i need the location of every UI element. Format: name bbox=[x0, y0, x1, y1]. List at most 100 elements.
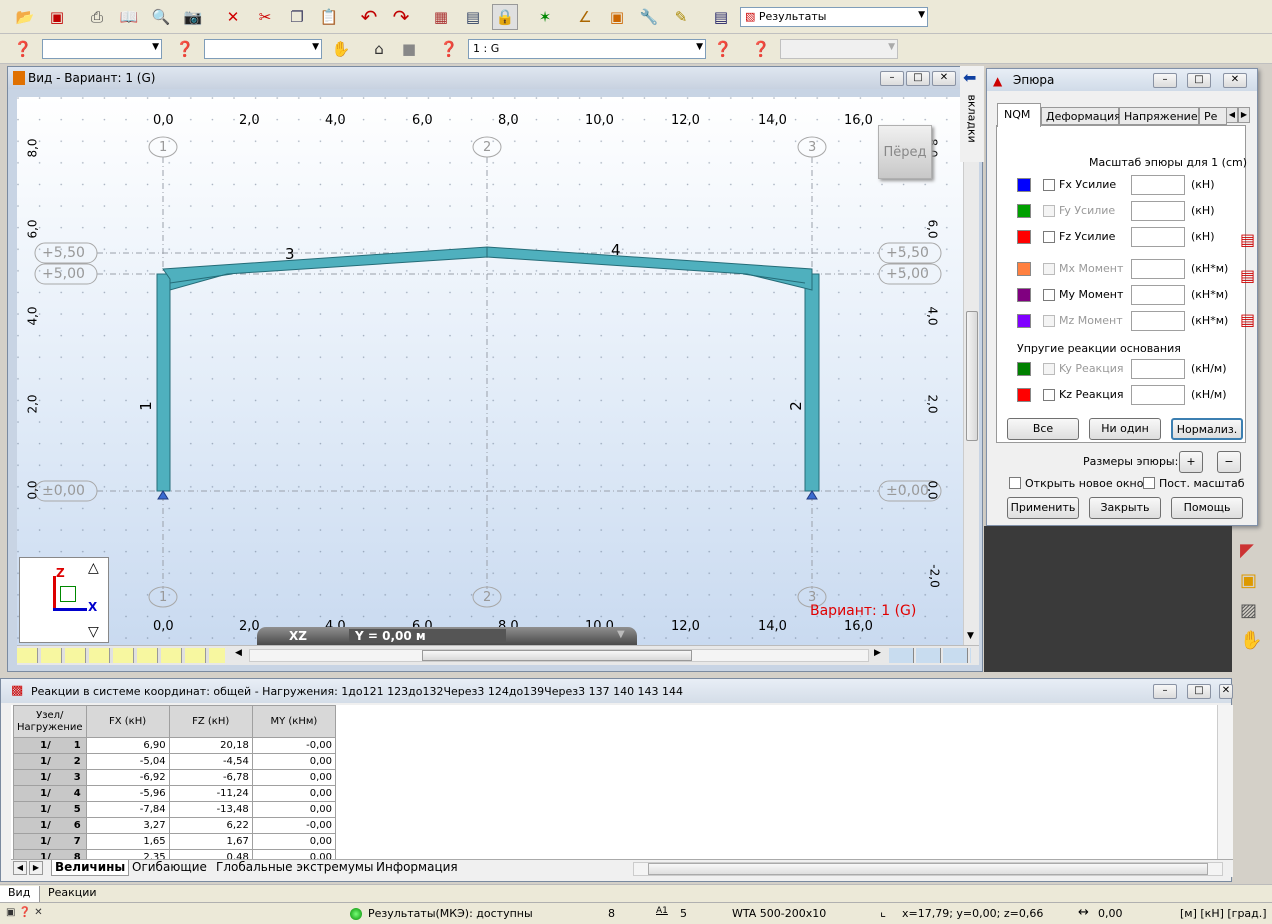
table-row[interactable]: 1/6 3,27 6,22 -0,00 bbox=[13, 817, 337, 834]
row-checkbox[interactable] bbox=[1043, 289, 1055, 301]
scale-input[interactable] bbox=[1131, 175, 1185, 195]
tab-nqm[interactable]: NQM bbox=[997, 103, 1041, 127]
gray-square-icon[interactable]: ■ bbox=[396, 36, 422, 62]
const-scale-checkbox[interactable] bbox=[1143, 477, 1155, 489]
minimize-icon[interactable]: – bbox=[880, 71, 904, 86]
color-swatch[interactable] bbox=[1017, 230, 1031, 244]
cut-icon[interactable]: ✂ bbox=[252, 4, 278, 30]
open-folder-icon[interactable]: 📂 bbox=[12, 4, 38, 30]
header-fz[interactable]: FZ (кН) bbox=[168, 705, 253, 738]
table-row[interactable]: 1/3 -6,92 -6,78 0,00 bbox=[13, 769, 337, 786]
color-swatch[interactable] bbox=[1017, 204, 1031, 218]
vscroll-down-icon[interactable]: ▼ bbox=[967, 631, 974, 641]
t-section-icon[interactable]: ◤ bbox=[1240, 540, 1254, 561]
save-icon[interactable]: ▣ bbox=[44, 4, 70, 30]
tab-global-extremes[interactable]: Глобальные экстремумы bbox=[213, 860, 376, 876]
table-row[interactable]: 1/5 -7,84 -13,48 0,00 bbox=[13, 801, 337, 818]
row-header[interactable]: 1/4 bbox=[13, 785, 87, 802]
open-new-window-checkbox[interactable] bbox=[1009, 477, 1021, 489]
paste-icon[interactable]: 📋 bbox=[316, 4, 342, 30]
row-checkbox[interactable] bbox=[1043, 179, 1055, 191]
row-header[interactable]: 1/1 bbox=[13, 737, 87, 754]
scale-input[interactable] bbox=[1131, 385, 1185, 405]
table-row[interactable]: 1/2 -5,04 -4,54 0,00 bbox=[13, 753, 337, 770]
view-cube-front[interactable]: Пёред bbox=[878, 125, 932, 179]
header-node[interactable]: Узел/Нагружение bbox=[13, 705, 87, 738]
reactions-vscroll[interactable] bbox=[1217, 705, 1233, 859]
cell-fz[interactable]: -11,24 bbox=[168, 785, 253, 802]
delete-icon[interactable]: ✕ bbox=[220, 4, 246, 30]
maximize-icon[interactable]: □ bbox=[1187, 73, 1211, 88]
close-icon[interactable]: ✕ bbox=[1223, 73, 1247, 88]
view-mode-icons[interactable] bbox=[17, 648, 225, 663]
cell-fz[interactable]: -4,54 bbox=[168, 753, 253, 770]
scale-input[interactable] bbox=[1131, 359, 1185, 379]
header-fx[interactable]: FX (кН) bbox=[85, 705, 170, 738]
calculator-icon[interactable]: ▦ bbox=[428, 4, 454, 30]
table-icon[interactable]: ▤ bbox=[460, 4, 486, 30]
hscroll-right-icon[interactable]: ▶ bbox=[874, 648, 881, 658]
cell-my[interactable]: 0,00 bbox=[251, 753, 337, 770]
table-tool-icon[interactable]: ▤ bbox=[1240, 230, 1255, 249]
hand-query-icon[interactable]: ✋ bbox=[328, 36, 354, 62]
block-icon[interactable]: ▣ bbox=[1240, 570, 1257, 591]
house-icon[interactable]: ⌂ bbox=[366, 36, 392, 62]
reactions-tab-left-icon[interactable]: ◀ bbox=[13, 861, 27, 875]
cube-icon[interactable]: ▣ bbox=[604, 4, 630, 30]
stack-icon[interactable]: ▨ bbox=[1240, 600, 1257, 621]
hscroll-left-icon[interactable]: ◀ bbox=[235, 648, 242, 658]
cell-my[interactable]: -0,00 bbox=[251, 737, 337, 754]
report-icon[interactable]: ▤ bbox=[708, 4, 734, 30]
cell-fx[interactable]: 3,27 bbox=[85, 817, 170, 834]
cell-fx[interactable]: -5,96 bbox=[85, 785, 170, 802]
load-query-icon[interactable]: ❓ bbox=[436, 36, 462, 62]
variant-combo[interactable]: 1 : G ▼ bbox=[468, 39, 706, 59]
copy-icon[interactable]: ❐ bbox=[284, 4, 310, 30]
cell-my[interactable]: -0,00 bbox=[251, 817, 337, 834]
bottom-tab-view[interactable]: Вид bbox=[0, 886, 40, 902]
tab-envelopes[interactable]: Огибающие bbox=[129, 860, 210, 876]
tab-information[interactable]: Информация bbox=[373, 860, 461, 876]
print-icon[interactable]: ⎙ bbox=[84, 4, 110, 30]
query-member-icon[interactable]: ❓ bbox=[172, 36, 198, 62]
color-swatch[interactable] bbox=[1017, 314, 1031, 328]
tabs-side-strip[interactable]: ⬅ вкладки bbox=[960, 66, 984, 162]
diagram-query-icon[interactable]: ❓ bbox=[710, 36, 736, 62]
scale-input[interactable] bbox=[1131, 259, 1185, 279]
cell-fz[interactable]: 6,22 bbox=[168, 817, 253, 834]
wrench-icon[interactable]: 🔧 bbox=[636, 4, 662, 30]
reactions-hscroll[interactable] bbox=[633, 862, 1223, 876]
cell-my[interactable]: 0,00 bbox=[251, 801, 337, 818]
row-checkbox[interactable] bbox=[1043, 389, 1055, 401]
cell-fz[interactable]: -6,78 bbox=[168, 769, 253, 786]
disabled-combo[interactable]: ▼ bbox=[780, 39, 898, 59]
color-swatch[interactable] bbox=[1017, 288, 1031, 302]
table-row[interactable]: 1/1 6,90 20,18 -0,00 bbox=[13, 737, 337, 754]
maximize-icon[interactable]: □ bbox=[1187, 684, 1211, 699]
scale-input[interactable] bbox=[1131, 201, 1185, 221]
color-swatch[interactable] bbox=[1017, 362, 1031, 376]
cell-fz[interactable]: 20,18 bbox=[168, 737, 253, 754]
row-header[interactable]: 1/3 bbox=[13, 769, 87, 786]
color-swatch[interactable] bbox=[1017, 262, 1031, 276]
row-checkbox[interactable] bbox=[1043, 205, 1055, 217]
tab-scroll-left-icon[interactable]: ◀ bbox=[1226, 107, 1238, 123]
row-checkbox[interactable] bbox=[1043, 315, 1055, 327]
hand-icon[interactable]: ✋ bbox=[1240, 630, 1262, 651]
cross-tool-icon[interactable]: ▤ bbox=[1240, 310, 1255, 329]
minimize-icon[interactable]: – bbox=[1153, 684, 1177, 699]
cell-fx[interactable]: -6,92 bbox=[85, 769, 170, 786]
row-checkbox[interactable] bbox=[1043, 263, 1055, 275]
size-plus-button[interactable]: + bbox=[1179, 451, 1203, 473]
row-header[interactable]: 1/2 bbox=[13, 753, 87, 770]
tab-stress[interactable]: Напряжение bbox=[1119, 107, 1199, 125]
cell-my[interactable]: 0,00 bbox=[251, 785, 337, 802]
structure-canvas[interactable]: 0,02,04,06,08,010,012,014,016,0 0,02,04,… bbox=[17, 97, 963, 645]
scale-input[interactable] bbox=[1131, 285, 1185, 305]
color-swatch[interactable] bbox=[1017, 178, 1031, 192]
triad-up-icon[interactable]: △ bbox=[88, 560, 99, 576]
row-header[interactable]: 1/7 bbox=[13, 833, 87, 850]
plane-down-icon[interactable]: ▼ bbox=[617, 629, 625, 640]
cell-fx[interactable]: -7,84 bbox=[85, 801, 170, 818]
help-button[interactable]: Помощь bbox=[1171, 497, 1243, 519]
